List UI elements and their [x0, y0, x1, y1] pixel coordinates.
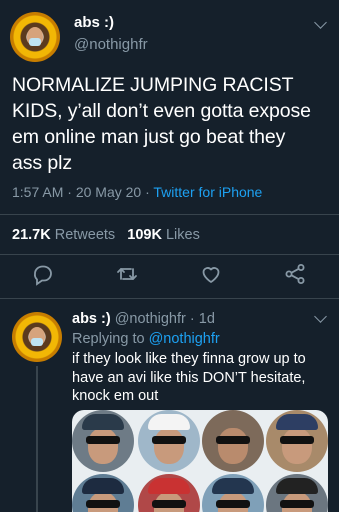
- avatar[interactable]: [10, 12, 60, 62]
- reply-text: if they look like they finna grow up to …: [72, 351, 306, 404]
- retweet-icon[interactable]: [115, 262, 139, 286]
- main-tweet-header: abs :) @nothighfr: [0, 0, 339, 62]
- collage-sunglasses: [152, 436, 186, 444]
- collage-face: [282, 428, 312, 464]
- collage-photo: [266, 410, 328, 472]
- reply-media-image[interactable]: [72, 410, 328, 512]
- collage-sunglasses: [216, 500, 250, 508]
- meta-separator: ·: [189, 311, 195, 327]
- collage-photo: [138, 474, 200, 512]
- collage-face: [88, 428, 118, 464]
- avatar-mask: [29, 38, 41, 46]
- retweets-count: 21.7K: [12, 227, 51, 243]
- divider: [0, 298, 339, 299]
- collage-cap: [276, 414, 318, 430]
- retweets-stat[interactable]: 21.7K Retweets: [12, 227, 119, 243]
- retweets-label: Retweets: [54, 227, 116, 243]
- collage-photo: [202, 474, 264, 512]
- collage-sunglasses: [280, 500, 314, 508]
- thread-line: [36, 366, 38, 512]
- user-handle[interactable]: @nothighfr: [74, 36, 148, 53]
- collage-sunglasses: [152, 500, 186, 508]
- avatar-mask: [31, 338, 43, 346]
- tweet-source-link[interactable]: Twitter for iPhone: [153, 184, 262, 200]
- collage-face: [218, 428, 248, 464]
- chevron-down-icon[interactable]: [314, 310, 327, 323]
- collage-sunglasses: [86, 436, 120, 444]
- collage-photo: [202, 410, 264, 472]
- avatar[interactable]: [12, 312, 62, 362]
- meta-separator: ·: [67, 184, 72, 200]
- likes-label: Likes: [165, 227, 200, 243]
- reply-header: abs :) @nothighfr · 1d: [72, 311, 215, 327]
- collage-cap: [148, 478, 190, 494]
- tweet-meta: 1:57 AM · 20 May 20 · Twitter for iPhone: [12, 184, 262, 200]
- collage-cap: [212, 478, 254, 494]
- collage-cap: [276, 478, 318, 494]
- collage-cap: [148, 414, 190, 430]
- divider: [0, 254, 339, 255]
- likes-stat[interactable]: 109K Likes: [127, 227, 200, 243]
- divider: [0, 214, 339, 215]
- collage-face: [154, 428, 184, 464]
- replying-prefix: Replying to: [72, 331, 145, 347]
- share-icon[interactable]: [283, 262, 307, 286]
- tweet-stats: 21.7K Retweets 109K Likes: [12, 227, 200, 243]
- collage-sunglasses: [86, 500, 120, 508]
- tweet-text: NORMALIZE JUMPING RACIST KIDS, y’all don…: [12, 74, 311, 174]
- collage-cap: [82, 478, 124, 494]
- tweet-date: 20 May 20: [75, 184, 142, 200]
- chevron-down-icon[interactable]: [314, 16, 327, 29]
- reply-handle[interactable]: @nothighfr: [115, 311, 186, 327]
- meta-separator: ·: [145, 184, 150, 200]
- replying-to: Replying to @nothighfr: [72, 331, 220, 347]
- collage-sunglasses: [216, 436, 250, 444]
- tweet-detail-view: abs :) @nothighfr NORMALIZE JUMPING RACI…: [0, 0, 339, 512]
- display-name[interactable]: abs :): [74, 14, 114, 31]
- collage-photo: [72, 474, 134, 512]
- collage-photo: [266, 474, 328, 512]
- likes-count: 109K: [127, 227, 162, 243]
- reply-age: 1d: [198, 311, 215, 327]
- collage-sunglasses: [280, 436, 314, 444]
- collage-photo: [138, 410, 200, 472]
- reply-icon[interactable]: [31, 262, 55, 286]
- replying-to-handle[interactable]: @nothighfr: [149, 331, 220, 347]
- tweet-action-bar: [0, 262, 339, 292]
- tweet-time: 1:57 AM: [12, 184, 64, 200]
- collage-cap: [82, 414, 124, 430]
- reply-display-name[interactable]: abs :): [72, 311, 111, 327]
- like-icon[interactable]: [199, 262, 223, 286]
- collage-photo: [72, 410, 134, 472]
